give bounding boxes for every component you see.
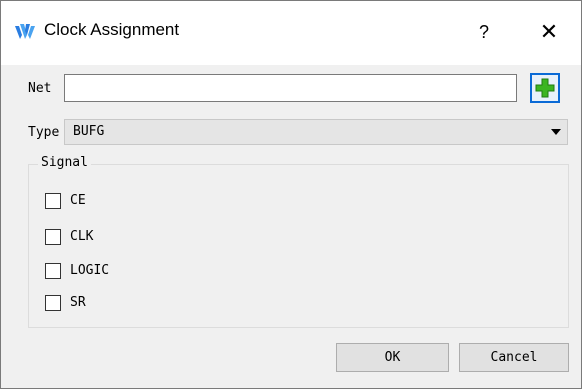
checkbox-label: LOGIC: [70, 263, 110, 278]
window-title: Clock Assignment: [44, 20, 180, 39]
checkbox-label: CE: [70, 193, 86, 208]
net-label: Net: [28, 81, 52, 96]
ok-button[interactable]: OK: [336, 343, 449, 372]
signal-groupbox: [28, 164, 569, 328]
net-input[interactable]: [64, 74, 517, 102]
checkbox[interactable]: [45, 295, 61, 311]
checkbox[interactable]: [45, 229, 61, 245]
checkbox-label: SR: [70, 295, 86, 310]
chevron-down-icon: [551, 129, 561, 135]
checkbox[interactable]: [45, 193, 61, 209]
type-selected-value: BUFG: [73, 124, 105, 139]
checkbox-label: CLK: [70, 229, 94, 244]
app-logo-icon: [14, 22, 36, 42]
close-button[interactable]: ✕: [527, 15, 571, 49]
title-bar: Clock Assignment ? ✕: [1, 1, 581, 65]
add-net-button[interactable]: [530, 73, 560, 103]
help-button[interactable]: ?: [466, 15, 502, 49]
type-label: Type: [28, 125, 60, 140]
type-dropdown[interactable]: BUFG: [64, 119, 568, 145]
signal-legend: Signal: [38, 155, 91, 170]
green-plus-icon: [535, 78, 555, 98]
clock-assignment-dialog: Clock Assignment ? ✕ Net Type BUFG Signa…: [0, 0, 582, 389]
checkbox[interactable]: [45, 263, 61, 279]
cancel-button[interactable]: Cancel: [459, 343, 569, 372]
